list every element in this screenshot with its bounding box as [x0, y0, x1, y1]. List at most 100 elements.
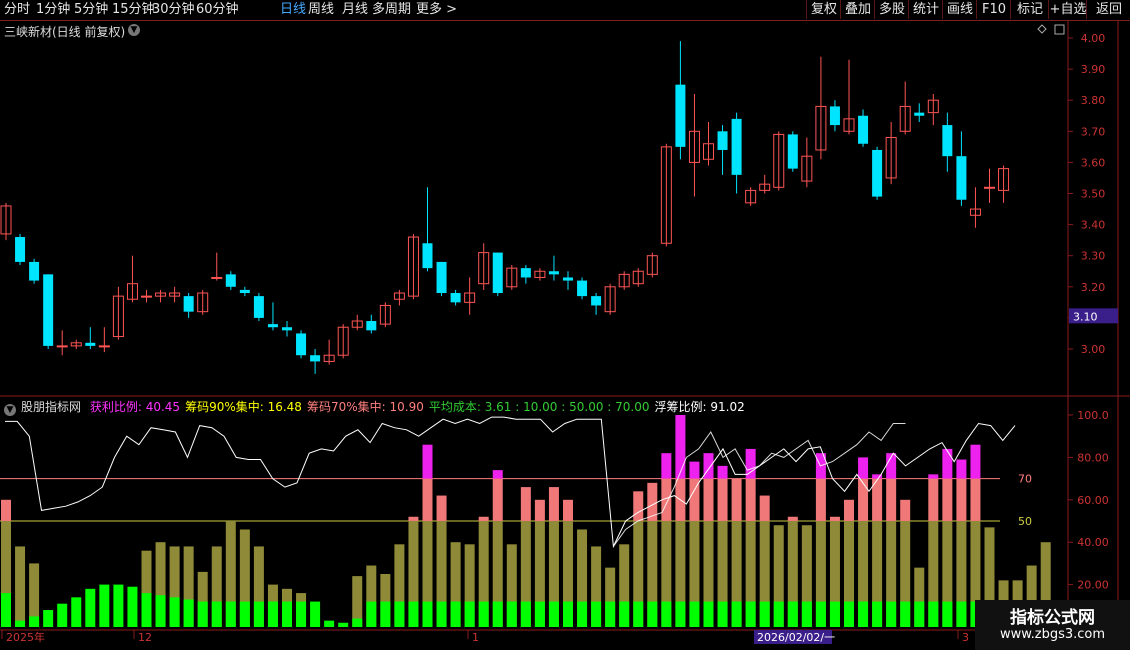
indicator-readout-0: 获利比例: 40.45	[89, 400, 181, 414]
indicator-green-bar	[478, 601, 489, 627]
indicator-bar-mid	[858, 478, 869, 521]
candle-body	[492, 252, 503, 294]
indicator-bar-mid	[478, 516, 489, 521]
indicator-bar-mid	[534, 499, 545, 521]
candle-body	[282, 327, 292, 331]
toolbar-button-1[interactable]: 叠加	[840, 0, 875, 19]
tab-9[interactable]: 多周期	[372, 1, 411, 18]
indicator-green-bar	[520, 601, 531, 627]
price-axis-label: 3.80	[1081, 94, 1106, 107]
indicator-green-bar	[15, 620, 26, 627]
toolbar-button-3[interactable]: 统计	[908, 0, 943, 19]
indicator-green-bar	[661, 601, 672, 627]
indicator-green-bar	[380, 601, 391, 627]
tab-5[interactable]: 60分钟	[196, 1, 239, 18]
price-axis-label: 3.50	[1081, 188, 1106, 201]
indicator-green-bar	[956, 601, 967, 627]
date-axis-label: 3	[962, 631, 969, 644]
candle-body	[591, 296, 602, 306]
price-axis-label: 3.70	[1081, 125, 1106, 138]
indicator-green-bar	[141, 593, 152, 627]
indicator-green-bar	[282, 601, 292, 627]
candle-body	[422, 243, 433, 269]
indicator-green-bar	[1, 593, 11, 627]
tab-6[interactable]: 日线	[280, 1, 306, 18]
tab-7[interactable]: 周线	[308, 1, 334, 18]
candle-body	[225, 274, 236, 287]
indicator-bar-mid	[900, 499, 911, 521]
tab-4[interactable]: 30分钟	[152, 1, 195, 18]
indicator-bar-mid	[633, 491, 644, 521]
indicator-green-bar	[155, 595, 166, 627]
indicator-green-bar	[886, 601, 897, 627]
toolbar-button-6[interactable]: 标记	[1010, 0, 1049, 19]
indicator-green-bar	[225, 601, 236, 627]
candle-body	[296, 333, 307, 356]
period-toolbar: 分时 1分钟 5分钟 15分钟 30分钟 60分钟 日线 周线 月线 多周期 更多 > 复权 叠加 多股统…	[0, 0, 1130, 21]
toolbar-button-5[interactable]: F10	[976, 0, 1011, 19]
indicator-green-bar	[605, 601, 616, 627]
indicator-green-bar	[773, 601, 784, 627]
price-axis-label: 3.40	[1081, 219, 1106, 232]
tab-2[interactable]: 5分钟	[74, 1, 108, 18]
indicator-green-bar	[85, 588, 96, 627]
indicator-bar-top	[492, 470, 503, 479]
price-axis-label: 3.20	[1081, 281, 1106, 294]
candle-body	[183, 296, 194, 312]
indicator-green-bar	[731, 601, 742, 627]
indicator-green-bar	[815, 601, 826, 627]
price-axis-label: 4.00	[1081, 32, 1106, 45]
ref-70-label: 70	[1018, 473, 1032, 486]
watermark-title: 指标公式网	[1010, 608, 1095, 628]
indicator-green-bar	[591, 601, 602, 627]
indicator-bar-mid	[408, 516, 419, 521]
candle-body	[15, 237, 26, 262]
indicator-bar-mid	[815, 478, 826, 521]
indicator-bar-mid	[647, 482, 658, 521]
indicator-green-bar	[914, 601, 925, 627]
indicator-bar-top	[422, 444, 433, 479]
date-axis-label: 2025年	[6, 630, 45, 644]
date-axis-label: 12	[138, 631, 152, 644]
indicator-green-bar	[492, 601, 503, 627]
indicator-bar-mid	[787, 516, 798, 521]
watermark-url: www.zbgs3.com	[999, 627, 1106, 642]
kline-chart[interactable]: 4.00 3.90 3.80 3.70 3.60 3.50 3.40 3.30 3.20 3.10…	[0, 21, 1130, 650]
indicator-bar-mid	[717, 478, 728, 521]
indicator-bar-mid	[886, 478, 897, 521]
tab-8[interactable]: 月线	[342, 1, 368, 18]
indicator-green-bar	[563, 601, 573, 627]
tab-10[interactable]: 更多 >	[416, 1, 457, 18]
indicator-green-bar	[29, 616, 40, 627]
indicator-green-bar	[506, 601, 517, 627]
indicator-axis-label: 20.00	[1077, 579, 1109, 592]
toolbar-button-2[interactable]: 多股	[874, 0, 909, 19]
indicator-bar-mid	[436, 495, 447, 521]
tab-3[interactable]: 15分钟	[112, 1, 155, 18]
indicator-readout-4: 浮筹比例: 91.02	[654, 400, 745, 414]
candle-body	[717, 131, 728, 150]
indicator-bar-mid	[1, 499, 11, 521]
price-axis-label: 3.60	[1081, 156, 1106, 169]
tab-0[interactable]: 分时	[4, 1, 30, 18]
indicator-green-bar	[829, 601, 840, 627]
indicator-green-bar	[113, 584, 124, 627]
indicator-bar	[15, 546, 26, 627]
toolbar-button-7[interactable]: +自选	[1048, 0, 1087, 19]
candle-body	[436, 261, 447, 294]
indicator-bar-top	[689, 461, 700, 479]
toolbar-button-0[interactable]: 复权	[806, 0, 841, 19]
cursor-date-label: 2026/02/02/一	[757, 631, 835, 644]
toolbar-button-8[interactable]: 返回	[1086, 0, 1130, 19]
price-axis-label: 3.30	[1081, 250, 1106, 263]
toolbar-button-4[interactable]: 画线	[942, 0, 977, 19]
diamond-icon	[1037, 24, 1047, 34]
candle-body	[98, 345, 110, 348]
indicator-green-bar	[717, 601, 728, 627]
indicator-green-bar	[324, 620, 335, 627]
indicator-name: 股朋指标网	[21, 400, 82, 414]
indicator-green-bar	[577, 601, 588, 627]
indicator-axis-label: 60.00	[1077, 494, 1109, 507]
chevron-down-icon[interactable]: ▼	[4, 404, 16, 416]
tab-1[interactable]: 1分钟	[36, 1, 70, 18]
